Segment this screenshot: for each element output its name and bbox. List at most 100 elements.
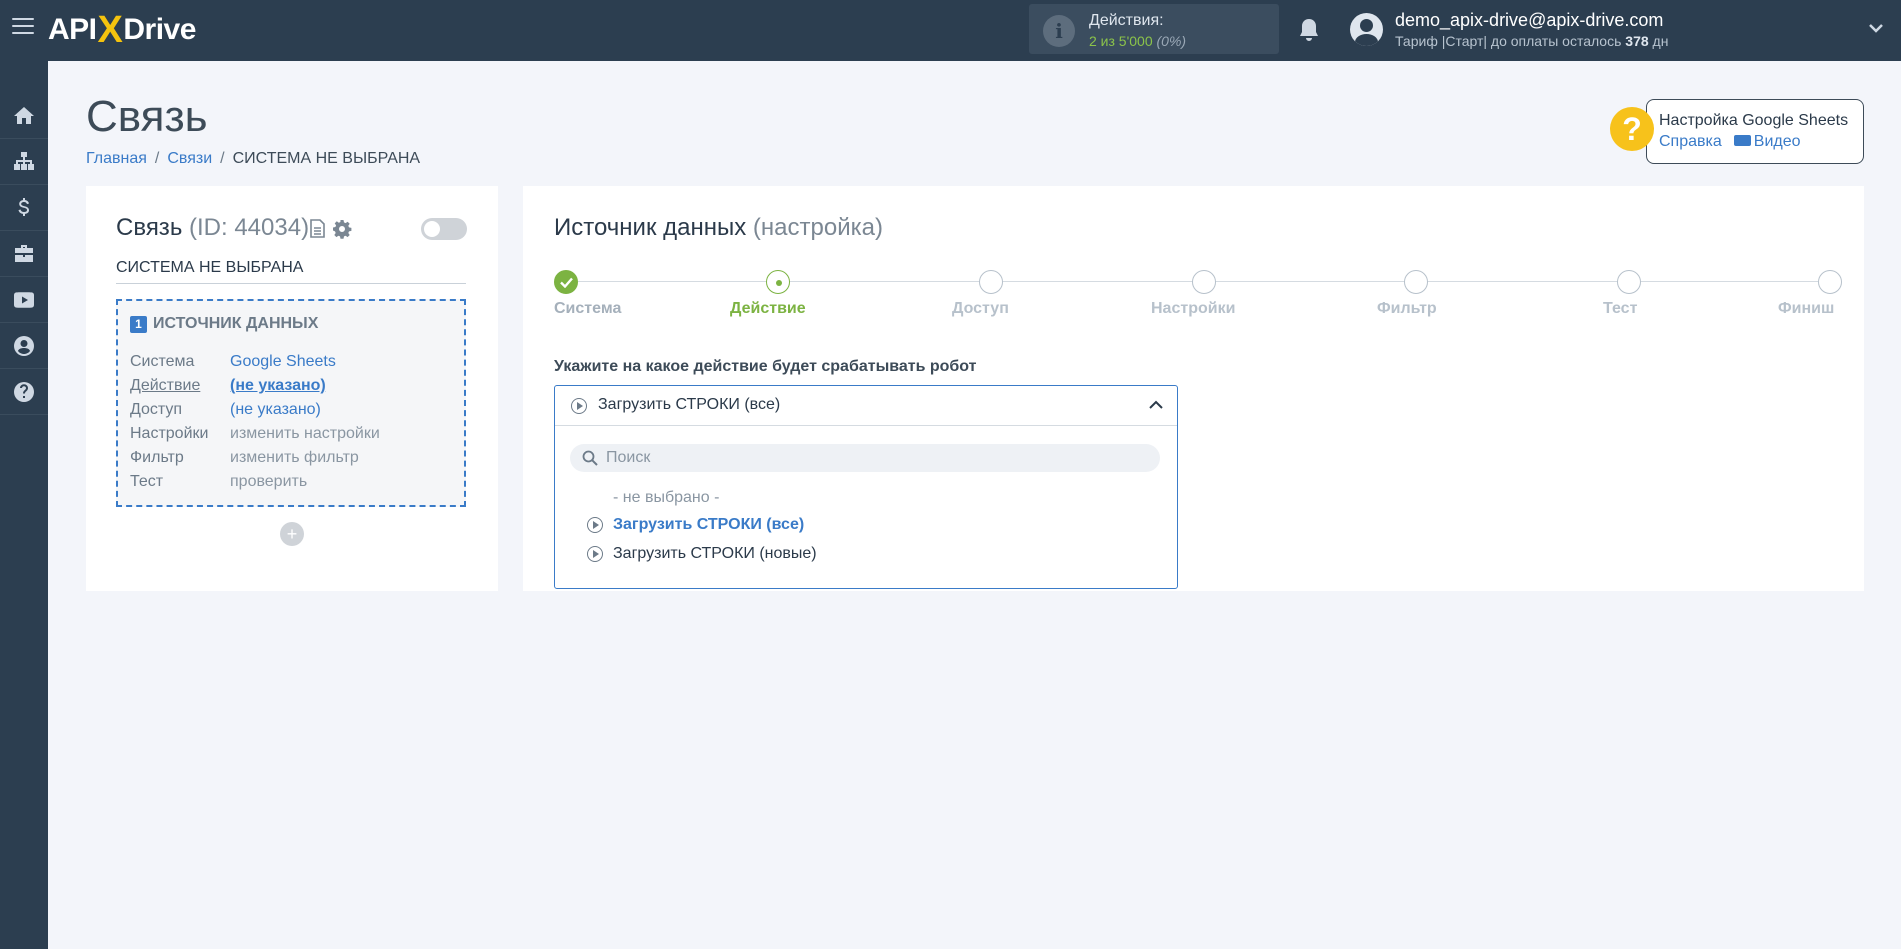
sitemap-icon bbox=[14, 151, 34, 170]
row-key: Доступ bbox=[130, 401, 183, 418]
step-dot-settings[interactable] bbox=[1192, 270, 1216, 294]
play-icon bbox=[587, 517, 603, 533]
step-dot-action[interactable] bbox=[766, 270, 790, 294]
sidebar-item-billing[interactable] bbox=[0, 185, 48, 231]
actions-counter[interactable]: i Действия: 2 из 5'000 (0%) bbox=[1029, 4, 1279, 54]
breadcrumb-connections[interactable]: Связи bbox=[167, 150, 212, 167]
top-bar: API X Drive i Действия: 2 из 5'000 (0%) de… bbox=[0, 0, 1901, 61]
youtube-icon bbox=[14, 291, 34, 308]
user-icon bbox=[14, 335, 34, 356]
play-icon bbox=[571, 398, 587, 414]
source-row-test: Тест проверить bbox=[130, 473, 307, 491]
source-title-suffix: (настройка) bbox=[752, 214, 883, 241]
row-value[interactable]: (не указано) bbox=[230, 401, 321, 418]
step-dot-finish[interactable] bbox=[1818, 270, 1842, 294]
step-dot-access[interactable] bbox=[979, 270, 1003, 294]
option-new-rows[interactable]: Загрузить СТРОКИ (новые) bbox=[555, 542, 1177, 568]
row-value[interactable]: Google Sheets bbox=[230, 353, 336, 370]
breadcrumb-home[interactable]: Главная bbox=[86, 150, 147, 167]
plan-suffix: дн bbox=[1648, 33, 1669, 49]
logo[interactable]: API X Drive bbox=[48, 8, 196, 52]
sidebar-item-help[interactable] bbox=[0, 369, 48, 415]
source-block-title: ИСТОЧНИК ДАННЫХ bbox=[153, 315, 319, 332]
search-box bbox=[570, 444, 1160, 472]
sidebar bbox=[0, 61, 48, 949]
breadcrumb: Главная / Связи / СИСТЕМА НЕ ВЫБРАНА bbox=[86, 150, 420, 168]
option-none[interactable]: - не выбрано - bbox=[555, 486, 1177, 512]
connection-card: Связь (ID: 44034) СИСТЕМА НЕ ВЫБРАНА 1 ИС… bbox=[86, 186, 498, 591]
bell-icon[interactable] bbox=[1297, 17, 1321, 43]
search-icon bbox=[582, 450, 598, 466]
help-link[interactable]: Справка bbox=[1659, 133, 1722, 150]
dollar-icon bbox=[18, 197, 29, 216]
chevron-down-icon[interactable] bbox=[1868, 20, 1884, 36]
source-row-settings: Настройки изменить настройки bbox=[130, 425, 380, 443]
actions-value: 2 из 5'000 (0%) bbox=[1089, 33, 1186, 49]
row-key: Тест bbox=[130, 473, 164, 490]
step-dot-test[interactable] bbox=[1617, 270, 1641, 294]
plan-prefix: Тариф |Старт| до оплаты осталось bbox=[1395, 33, 1626, 49]
row-value[interactable]: изменить фильтр bbox=[230, 449, 359, 466]
connection-id: (ID: 44034) bbox=[189, 214, 310, 241]
chevron-up-icon[interactable] bbox=[1149, 400, 1163, 410]
actions-count: 2 из 5'000 bbox=[1089, 33, 1153, 49]
step-label-filter[interactable]: Фильтр bbox=[1377, 300, 1437, 318]
source-row-system: Система Google Sheets bbox=[130, 353, 336, 371]
avatar[interactable] bbox=[1350, 13, 1383, 46]
source-row-access: Доступ (не указано) bbox=[130, 401, 321, 419]
sidebar-item-profile[interactable] bbox=[0, 323, 48, 369]
breadcrumb-separator: / bbox=[220, 150, 225, 167]
sidebar-item-home[interactable] bbox=[0, 93, 48, 139]
row-value[interactable]: изменить настройки bbox=[230, 425, 380, 442]
add-block-button[interactable]: + bbox=[280, 522, 304, 546]
question-icon: ? bbox=[1610, 107, 1654, 151]
step-dot-system[interactable] bbox=[554, 270, 578, 294]
action-question-label: Укажите на какое действие будет срабатыв… bbox=[554, 358, 977, 375]
sidebar-item-connections[interactable] bbox=[0, 139, 48, 185]
step-label-action[interactable]: Действие bbox=[730, 300, 806, 318]
briefcase-icon bbox=[15, 244, 33, 262]
action-select-header[interactable]: Загрузить СТРОКИ (все) bbox=[555, 386, 1177, 426]
help-box: Настройка Google Sheets Справка Видео bbox=[1646, 99, 1864, 164]
user-email[interactable]: demo_apix-drive@apix-drive.com bbox=[1395, 10, 1663, 31]
sidebar-item-tools[interactable] bbox=[0, 231, 48, 277]
actions-label: Действия: bbox=[1089, 12, 1164, 29]
gear-icon[interactable] bbox=[332, 219, 352, 239]
connection-toggle[interactable] bbox=[421, 218, 467, 240]
row-key: Действие bbox=[130, 377, 201, 394]
step-label-settings[interactable]: Настройки bbox=[1151, 300, 1235, 318]
home-icon bbox=[14, 106, 34, 124]
page-title: Связь bbox=[86, 92, 208, 141]
help-title: Настройка Google Sheets bbox=[1659, 112, 1849, 129]
help-icon bbox=[14, 381, 34, 402]
video-link[interactable]: Видео bbox=[1754, 133, 1801, 150]
option-all-rows[interactable]: Загрузить СТРОКИ (все) bbox=[555, 513, 1177, 539]
row-value[interactable]: проверить bbox=[230, 473, 307, 490]
action-select[interactable]: Загрузить СТРОКИ (все) - не выбрано - За… bbox=[554, 385, 1178, 589]
step-dot-filter[interactable] bbox=[1404, 270, 1428, 294]
step-label-access[interactable]: Доступ bbox=[952, 300, 1009, 318]
source-title-text: Источник данных bbox=[554, 214, 747, 241]
video-camera-icon bbox=[1733, 135, 1751, 146]
search-input[interactable] bbox=[606, 447, 1146, 469]
row-key: Настройки bbox=[130, 425, 209, 442]
option-label: Загрузить СТРОКИ (все) bbox=[613, 516, 805, 533]
help-links: Справка Видео bbox=[1659, 133, 1801, 151]
sidebar-item-video[interactable] bbox=[0, 277, 48, 323]
actions-percent: (0%) bbox=[1156, 33, 1187, 49]
document-icon[interactable] bbox=[310, 219, 325, 238]
step-number-badge: 1 bbox=[130, 315, 147, 333]
breadcrumb-current: СИСТЕМА НЕ ВЫБРАНА bbox=[232, 150, 421, 167]
step-label-system[interactable]: Система bbox=[554, 300, 621, 318]
logo-text-api: API bbox=[48, 13, 97, 46]
system-name-field[interactable]: СИСТЕМА НЕ ВЫБРАНА bbox=[116, 259, 466, 284]
option-label: Загрузить СТРОКИ (новые) bbox=[613, 545, 817, 562]
source-row-filter: Фильтр изменить фильтр bbox=[130, 449, 359, 467]
source-settings-title: Источник данных (настройка) bbox=[554, 214, 883, 242]
source-block[interactable]: 1 ИСТОЧНИК ДАННЫХ Система Google Sheets Де… bbox=[116, 299, 466, 507]
menu-icon[interactable] bbox=[12, 18, 34, 36]
row-key: Система bbox=[130, 353, 195, 370]
row-value[interactable]: (не указано) bbox=[230, 377, 326, 394]
step-label-finish[interactable]: Финиш bbox=[1778, 300, 1834, 318]
step-label-test[interactable]: Тест bbox=[1603, 300, 1637, 318]
